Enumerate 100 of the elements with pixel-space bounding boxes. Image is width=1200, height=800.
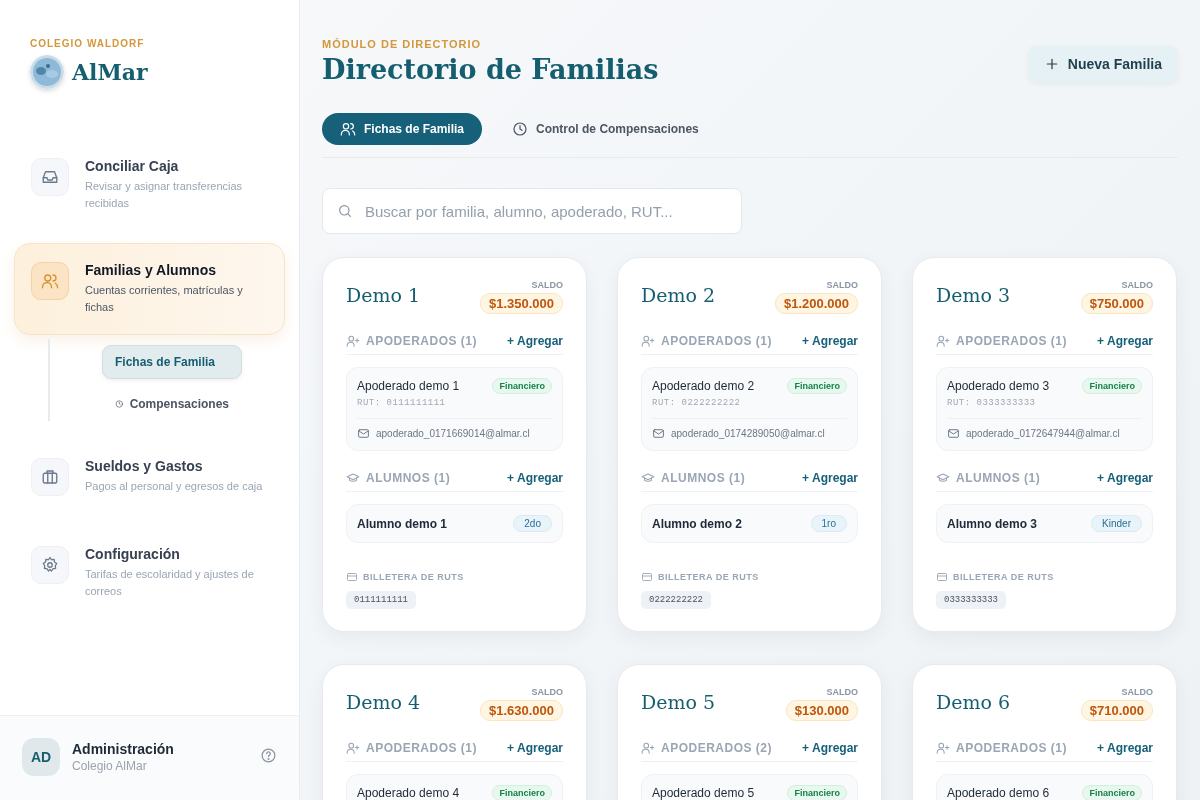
section-label: ALUMNOS (1)	[956, 471, 1041, 485]
grade-badge: 1ro	[810, 515, 847, 532]
guardian-name: Apoderado demo 6	[947, 786, 1050, 800]
module-label: MÓDULO DE DIRECTORIO	[322, 38, 483, 50]
section-label: ALUMNOS (1)	[366, 471, 451, 485]
role-badge: Financiero	[787, 785, 847, 800]
user-org: Colegio AlMar	[72, 759, 148, 773]
student-name: Alumno demo 1	[357, 516, 447, 531]
section-label: APODERADOS (1)	[661, 334, 772, 348]
add-link[interactable]: + Agregar	[1097, 334, 1153, 348]
settings-icon	[41, 556, 59, 574]
guardian-name: Apoderado demo 5	[652, 786, 755, 800]
user-plus-icon	[936, 334, 950, 348]
add-link[interactable]: + Agregar	[802, 741, 858, 755]
graduation-cap-icon	[641, 471, 655, 485]
users-icon	[41, 272, 59, 290]
section-label: APODERADOS (1)	[956, 741, 1067, 755]
user-plus-icon	[641, 334, 655, 348]
subnav-item[interactable]: Fichas de Familia	[102, 345, 242, 379]
section-label: APODERADOS (1)	[366, 334, 477, 348]
rut-chip: 0222222222	[641, 591, 711, 609]
new-family-button[interactable]: Nueva Familia	[1027, 46, 1178, 82]
balance-label: SALDO	[826, 280, 858, 290]
add-link[interactable]: + Agregar	[802, 471, 858, 485]
family-name: Demo 4	[346, 691, 421, 713]
family-name: Demo 3	[936, 284, 1011, 306]
user-name: Administración	[72, 741, 174, 757]
logo-icon	[30, 55, 64, 89]
user-plus-icon	[346, 741, 360, 755]
subnav-item[interactable]: Compensaciones	[102, 387, 242, 421]
family-name: Demo 2	[641, 284, 716, 306]
balance-amount: $710.000	[1080, 700, 1153, 721]
rut-chip: 0111111111	[346, 591, 416, 609]
graduation-cap-icon	[346, 471, 360, 485]
briefcase-icon	[41, 468, 59, 486]
section-label: APODERADOS (1)	[956, 334, 1067, 348]
family-name: Demo 5	[641, 691, 716, 713]
brand-name: AlMar	[72, 59, 148, 85]
wallet-label: BILLETERA DE RUTS	[363, 572, 464, 582]
balance-label: SALDO	[1121, 280, 1153, 290]
role-badge: Financiero	[1082, 785, 1142, 800]
users-icon	[340, 121, 356, 137]
add-link[interactable]: + Agregar	[507, 741, 563, 755]
section-label: APODERADOS (1)	[366, 741, 477, 755]
balance-label: SALDO	[531, 687, 563, 697]
card-icon	[346, 571, 358, 583]
wallet-label: BILLETERA DE RUTS	[658, 572, 759, 582]
family-name: Demo 1	[346, 284, 421, 306]
role-badge: Financiero	[1082, 378, 1142, 394]
tab[interactable]: Control de Compensaciones	[494, 113, 717, 145]
role-badge: Financiero	[787, 378, 847, 394]
nav-item[interactable]: Configuración Tarifas de escolaridad y ajustes de correos	[14, 527, 285, 619]
guardian-email: apoderado_0174289050@almar.cl	[671, 428, 825, 439]
grade-badge: 2do	[513, 515, 552, 532]
balance-label: SALDO	[1121, 687, 1153, 697]
rut-chip: 0333333333	[936, 591, 1006, 609]
student-name: Alumno demo 2	[652, 516, 742, 531]
graduation-cap-icon	[936, 471, 950, 485]
role-badge: Financiero	[492, 785, 552, 800]
nav-item[interactable]: Familias y Alumnos Cuentas corrientes, matrículas y fichas	[14, 243, 285, 335]
balance-label: SALDO	[531, 280, 563, 290]
nav-item[interactable]: Conciliar Caja Revisar y asignar transferencias recibidas	[14, 139, 285, 231]
balance-amount: $1.350.000	[479, 293, 563, 314]
family-name: Demo 6	[936, 691, 1011, 713]
mail-icon	[652, 427, 665, 440]
wallet-label: BILLETERA DE RUTS	[953, 572, 1054, 582]
mail-icon	[357, 427, 370, 440]
student-name: Alumno demo 3	[947, 516, 1037, 531]
card-icon	[641, 571, 653, 583]
user-plus-icon	[936, 741, 950, 755]
add-link[interactable]: + Agregar	[802, 334, 858, 348]
guardian-name: Apoderado demo 1	[357, 379, 460, 393]
tab[interactable]: Fichas de Familia	[322, 113, 483, 145]
guardian-email: apoderado_0172647944@almar.cl	[966, 428, 1120, 439]
add-link[interactable]: + Agregar	[507, 471, 563, 485]
section-label: APODERADOS (2)	[661, 741, 772, 755]
guardian-name: Apoderado demo 2	[652, 379, 755, 393]
balance-amount: $1.200.000	[774, 293, 858, 314]
school-label: COLEGIO WALDORF	[30, 38, 146, 49]
mail-icon	[947, 427, 960, 440]
balance-amount: $130.000	[785, 700, 858, 721]
help-icon	[260, 746, 277, 764]
user-plus-icon	[346, 334, 360, 348]
guardian-name: Apoderado demo 3	[947, 379, 1050, 393]
section-label: ALUMNOS (1)	[661, 471, 746, 485]
add-link[interactable]: + Agregar	[1097, 741, 1153, 755]
nav-item[interactable]: Sueldos y Gastos Pagos al personal y egresos de caja	[14, 439, 285, 515]
balance-amount: $1.630.000	[479, 700, 563, 721]
role-badge: Financiero	[492, 378, 552, 394]
search-field[interactable]: Buscar por familia, alumno, apoderado, RUT...	[322, 188, 742, 234]
add-link[interactable]: + Agregar	[1097, 471, 1153, 485]
guardian-email: apoderado_0171669014@almar.cl	[376, 428, 530, 439]
grade-badge: Kinder	[1091, 515, 1142, 532]
user-plus-icon	[641, 741, 655, 755]
guardian-rut: RUT: 0333333333	[947, 398, 1037, 408]
add-link[interactable]: + Agregar	[507, 334, 563, 348]
search-icon	[337, 203, 353, 219]
inbox-icon	[41, 168, 59, 186]
guardian-name: Apoderado demo 4	[357, 786, 460, 800]
clock-icon	[512, 121, 529, 137]
